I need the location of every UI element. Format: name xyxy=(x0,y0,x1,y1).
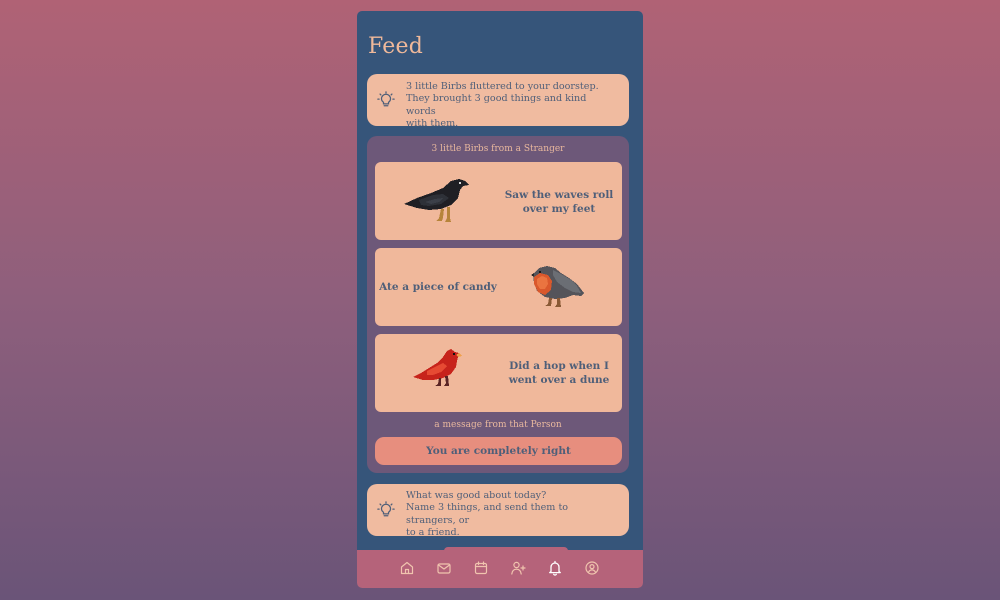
bell-icon xyxy=(549,560,561,576)
add-user-icon xyxy=(511,561,526,575)
cardinal-icon xyxy=(413,349,462,386)
calendar-icon xyxy=(474,561,488,575)
birb-card[interactable]: Did a hop when I went over a dune xyxy=(375,334,622,412)
app-window: Feed 3 little Birbs fluttered to your do… xyxy=(357,11,643,588)
page-title: Feed xyxy=(368,34,423,59)
home-icon xyxy=(400,561,414,575)
notification-text-line: 3 little Birbs fluttered to your doorste… xyxy=(406,81,599,92)
nav-messages[interactable] xyxy=(436,560,452,576)
nav-indicator xyxy=(444,547,568,551)
notification-text-line: to a friend. xyxy=(406,527,460,539)
notification-text-line: with them. xyxy=(406,118,459,130)
nav-calendar[interactable] xyxy=(473,560,489,576)
robin-icon xyxy=(531,266,584,307)
message-heading: a message from that Person xyxy=(434,420,562,430)
crow-icon xyxy=(404,179,469,222)
notification-birbs-arrived[interactable]: 3 little Birbs fluttered to your doorste… xyxy=(367,74,629,129)
nav-notifications[interactable] xyxy=(547,560,563,576)
profile-icon xyxy=(585,561,599,575)
nav-add-friend[interactable] xyxy=(510,560,526,576)
nav-profile[interactable] xyxy=(584,560,600,576)
bottom-nav xyxy=(357,547,643,588)
notification-text-line: They brought 3 good things and kind word… xyxy=(406,93,587,117)
birbs-gift-panel: 3 little Birbs from a Stranger Saw the w… xyxy=(367,136,629,473)
birb-card-text-line: over my feet xyxy=(522,203,596,215)
lightbulb-icon xyxy=(377,501,395,517)
birb-card[interactable]: Saw the waves roll over my feet xyxy=(375,162,622,240)
notification-daily-prompt[interactable]: What was good about today? Name 3 things… xyxy=(367,484,629,539)
notification-text-line: Name 3 things, and send them to stranger… xyxy=(406,502,569,526)
birb-card-text-line: Ate a piece of candy xyxy=(379,281,497,293)
mail-icon xyxy=(437,563,451,574)
lightbulb-icon xyxy=(377,91,395,107)
message-button[interactable]: You are completely right xyxy=(375,437,622,465)
birb-card-text-line: Did a hop when I xyxy=(509,360,609,372)
birb-card-text-line: Saw the waves roll xyxy=(504,189,614,201)
birb-card-text: Did a hop when I went over a dune xyxy=(503,359,615,387)
birb-card-text: Ate a piece of candy xyxy=(379,280,497,294)
birb-card-text: Saw the waves roll over my feet xyxy=(503,188,615,216)
gift-heading: 3 little Birbs from a Stranger xyxy=(431,144,565,154)
notification-text-line: What was good about today? xyxy=(406,490,547,501)
nav-home[interactable] xyxy=(399,560,415,576)
birb-card-text-line: went over a dune xyxy=(508,374,610,386)
birb-card[interactable]: Ate a piece of candy xyxy=(375,248,622,326)
